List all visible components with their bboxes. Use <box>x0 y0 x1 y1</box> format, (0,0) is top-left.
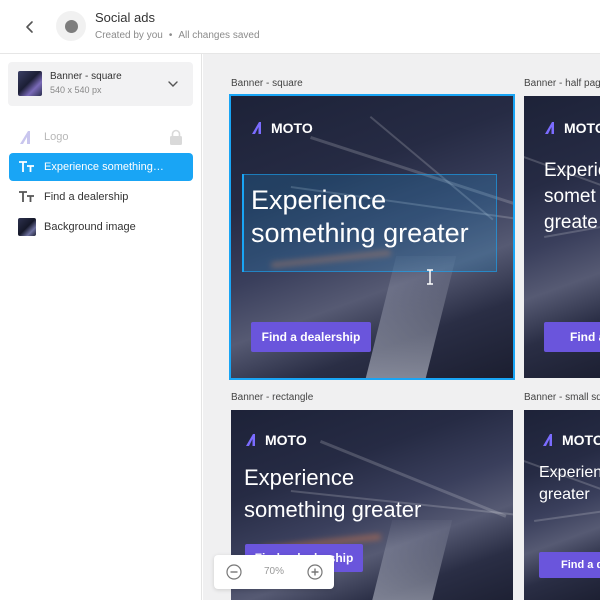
headline-text[interactable]: Experie somet greate <box>544 158 600 237</box>
logo-icon <box>543 434 552 446</box>
format-dropdown[interactable]: Banner - square 540 x 540 px <box>8 62 193 106</box>
image-thumbnail <box>18 218 36 236</box>
back-button[interactable] <box>20 17 40 37</box>
text-icon <box>19 161 34 172</box>
text-cursor-icon <box>427 269 433 285</box>
banner-square[interactable]: MOTO Experience something greater Find a… <box>231 96 513 378</box>
layer-label: Logo <box>44 131 69 143</box>
top-bar: Social ads Created by you • All changes sa… <box>0 0 600 54</box>
document-avatar <box>56 11 86 41</box>
brand-name: MOTO <box>271 120 313 136</box>
zoom-in-icon[interactable] <box>307 564 323 580</box>
headline-line: something greater <box>251 217 469 248</box>
brand-logo: MOTO <box>245 432 307 448</box>
layer-background[interactable]: Background image <box>9 213 193 241</box>
layer-logo[interactable]: Logo <box>9 123 193 151</box>
frame-label: Banner - small sq <box>524 392 600 403</box>
layers-sidebar: Banner - square 540 x 540 px Logo Experi… <box>0 54 202 600</box>
headline-line: Experien <box>539 464 600 481</box>
brand-logo: MOTO <box>251 120 313 136</box>
headline-line: Experience <box>251 185 387 215</box>
layer-cta[interactable]: Find a dealership <box>9 183 193 211</box>
headline-line: greate <box>544 212 598 234</box>
headline-line: somet <box>544 186 596 208</box>
layer-label: Background image <box>44 221 136 233</box>
lock-icon[interactable] <box>169 129 183 145</box>
format-thumbnail <box>18 71 42 96</box>
document-meta: Created by you • All changes saved <box>95 30 260 41</box>
logo-icon <box>246 434 255 446</box>
frame-label: Banner - rectangle <box>231 392 314 403</box>
brand-name: MOTO <box>562 432 600 448</box>
layer-label: Find a dealership <box>44 191 129 203</box>
brand-logo: MOTO <box>544 120 600 136</box>
save-status: All changes saved <box>178 30 260 41</box>
headline-text[interactable]: Experience something greater <box>244 462 421 526</box>
headline-text[interactable]: Experien greater <box>539 462 600 507</box>
brand-name: MOTO <box>564 120 600 136</box>
headline-line: Experience <box>244 465 355 490</box>
created-by-label: Created by you <box>95 30 163 41</box>
frame-label: Banner - half page <box>524 78 600 89</box>
logo-icon <box>20 131 30 144</box>
banner-small-square[interactable]: MOTO Experien greater Find a d <box>524 410 600 600</box>
brand-logo: MOTO <box>542 432 600 448</box>
layer-label: Experience something… <box>44 161 164 173</box>
format-name: Banner - square <box>50 71 122 82</box>
text-icon <box>19 191 34 202</box>
layer-headline[interactable]: Experience something… <box>9 153 193 181</box>
frame-label: Banner - square <box>231 78 303 89</box>
cta-button[interactable]: Find a d <box>539 552 600 578</box>
cta-button[interactable]: Find a <box>544 322 600 352</box>
headline-line: greater <box>539 486 590 504</box>
headline-line: Experie <box>544 160 600 181</box>
document-title[interactable]: Social ads <box>95 10 155 25</box>
headline-line: something greater <box>244 496 422 522</box>
chevron-down-icon <box>168 81 178 87</box>
zoom-out-icon[interactable] <box>226 564 242 580</box>
zoom-level: 70% <box>263 566 284 577</box>
cta-button[interactable]: Find a dealership <box>251 322 371 352</box>
logo-icon <box>545 122 554 134</box>
headline-text[interactable]: Experience something greater <box>251 184 469 250</box>
brand-name: MOTO <box>265 432 307 448</box>
text-caret <box>242 174 244 272</box>
banner-half-page[interactable]: MOTO Experie somet greate Find a <box>524 96 600 378</box>
design-canvas[interactable]: Banner - square MOTO Experience somethin… <box>203 54 600 600</box>
logo-icon <box>252 122 261 134</box>
zoom-control: 70% <box>214 555 334 589</box>
format-size: 540 x 540 px <box>50 85 102 95</box>
chevron-left-icon <box>26 21 33 33</box>
